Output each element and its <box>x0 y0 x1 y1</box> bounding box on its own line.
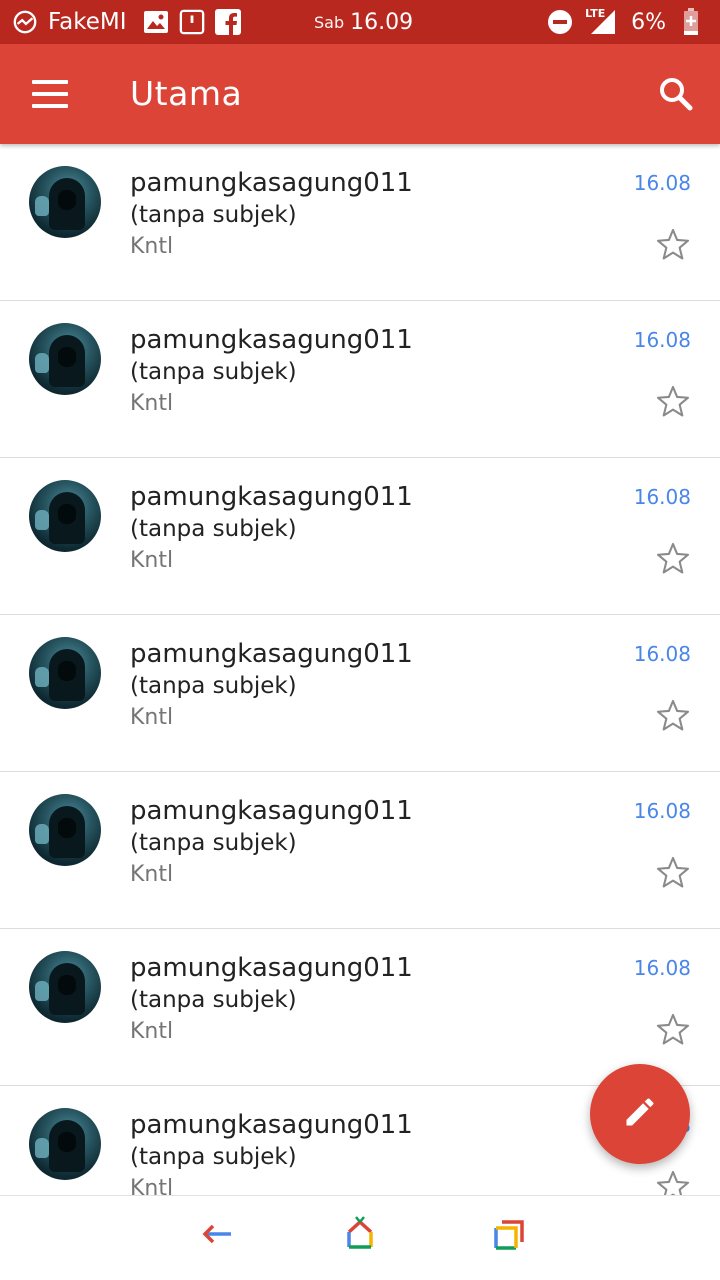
compose-button[interactable] <box>590 1064 690 1164</box>
sender-avatar[interactable] <box>29 166 101 238</box>
mail-subject: (tanpa subjek) <box>130 1144 297 1170</box>
battery-percent: 6% <box>631 9 666 35</box>
mail-subject: (tanpa subjek) <box>130 830 297 856</box>
menu-line <box>32 104 68 108</box>
network-type: LTE <box>585 7 606 20</box>
mail-sender: pamungkasagung011 <box>130 482 413 512</box>
mail-snippet: Kntl <box>130 234 174 259</box>
avatar-face-shape <box>58 975 76 995</box>
star-icon[interactable] <box>654 540 692 578</box>
carrier-name: FakeMI <box>48 9 127 35</box>
mail-snippet: Kntl <box>130 862 174 887</box>
home-icon[interactable] <box>340 1214 380 1254</box>
signal-icon: LTE <box>585 7 619 35</box>
mail-time: 16.08 <box>633 799 691 823</box>
dnd-icon <box>547 9 573 35</box>
menu-line <box>32 92 68 96</box>
mail-time: 16.08 <box>633 642 691 666</box>
mail-time: 16.08 <box>633 956 691 980</box>
avatar-face-shape <box>58 1132 76 1152</box>
mail-sender: pamungkasagung011 <box>130 639 413 669</box>
mail-snippet: Kntl <box>130 705 174 730</box>
star-icon[interactable] <box>654 1011 692 1049</box>
avatar-face-shape <box>58 661 76 681</box>
mail-subject: (tanpa subjek) <box>130 359 297 385</box>
mail-subject: (tanpa subjek) <box>130 516 297 542</box>
sender-avatar[interactable] <box>29 794 101 866</box>
status-day: Sab <box>314 12 345 32</box>
pencil-compose-icon <box>622 1094 658 1134</box>
mail-list-item[interactable]: pamungkasagung011 (tanpa subjek) Kntl 16… <box>0 144 720 301</box>
navigation-bar <box>0 1195 720 1280</box>
avatar-face-shape <box>58 504 76 524</box>
mail-time: 16.08 <box>633 171 691 195</box>
mail-subject: (tanpa subjek) <box>130 673 297 699</box>
mail-sender: pamungkasagung011 <box>130 168 413 198</box>
gallery-icon <box>143 9 169 35</box>
status-right-group: LTE 6% <box>547 0 704 44</box>
status-left-group: FakeMI <box>12 9 241 35</box>
sender-avatar[interactable] <box>29 480 101 552</box>
mail-time: 16.08 <box>633 485 691 509</box>
mail-subject: (tanpa subjek) <box>130 987 297 1013</box>
vpn-icon <box>12 9 38 35</box>
avatar-face-shape <box>58 818 76 838</box>
avatar-hand-shape <box>35 196 49 216</box>
sender-avatar[interactable] <box>29 1108 101 1180</box>
mail-snippet: Kntl <box>130 391 174 416</box>
recents-icon[interactable] <box>488 1214 528 1254</box>
mail-list-item[interactable]: pamungkasagung011 (tanpa subjek) Kntl 16… <box>0 615 720 772</box>
mail-list[interactable]: pamungkasagung011 (tanpa subjek) Kntl 16… <box>0 144 720 1195</box>
avatar-face-shape <box>58 190 76 210</box>
hamburger-menu-icon[interactable] <box>32 80 68 108</box>
avatar-hand-shape <box>35 824 49 844</box>
mail-snippet: Kntl <box>130 548 174 573</box>
mail-sender: pamungkasagung011 <box>130 325 413 355</box>
mail-sender: pamungkasagung011 <box>130 953 413 983</box>
avatar-hand-shape <box>35 510 49 530</box>
sender-avatar[interactable] <box>29 951 101 1023</box>
star-icon[interactable] <box>654 226 692 264</box>
mail-list-item[interactable]: pamungkasagung011 (tanpa subjek) Kntl 16… <box>0 458 720 615</box>
status-clock: Sab 16.09 <box>314 0 413 44</box>
battery-icon <box>678 8 704 35</box>
menu-line <box>32 80 68 84</box>
avatar-hand-shape <box>35 667 49 687</box>
mail-sender: pamungkasagung011 <box>130 796 413 826</box>
avatar-hand-shape <box>35 981 49 1001</box>
star-icon[interactable] <box>654 854 692 892</box>
sender-avatar[interactable] <box>29 323 101 395</box>
mail-time: 16.08 <box>633 328 691 352</box>
facebook-icon <box>214 9 241 35</box>
avatar-hand-shape <box>35 353 49 373</box>
app-bar: Utama <box>0 44 720 144</box>
mail-sender: pamungkasagung011 <box>130 1110 413 1140</box>
star-icon[interactable] <box>654 383 692 421</box>
sender-avatar[interactable] <box>29 637 101 709</box>
avatar-face-shape <box>58 347 76 367</box>
mail-snippet: Kntl <box>130 1176 174 1195</box>
mail-subject: (tanpa subjek) <box>130 202 297 228</box>
status-time: 16.09 <box>350 9 414 35</box>
status-bar: FakeMI Sab 16.09 LTE 6% <box>0 0 720 44</box>
search-icon[interactable] <box>656 74 696 114</box>
star-icon[interactable] <box>654 1168 692 1195</box>
mail-list-item[interactable]: pamungkasagung011 (tanpa subjek) Kntl 16… <box>0 772 720 929</box>
mail-snippet: Kntl <box>130 1019 174 1044</box>
avatar-hand-shape <box>35 1138 49 1158</box>
mail-list-item[interactable]: pamungkasagung011 (tanpa subjek) Kntl 16… <box>0 301 720 458</box>
page-title: Utama <box>130 74 243 113</box>
back-icon[interactable] <box>197 1214 237 1254</box>
notification-icon <box>179 9 205 35</box>
mail-list-item[interactable]: pamungkasagung011 (tanpa subjek) Kntl 16… <box>0 929 720 1086</box>
star-icon[interactable] <box>654 697 692 735</box>
